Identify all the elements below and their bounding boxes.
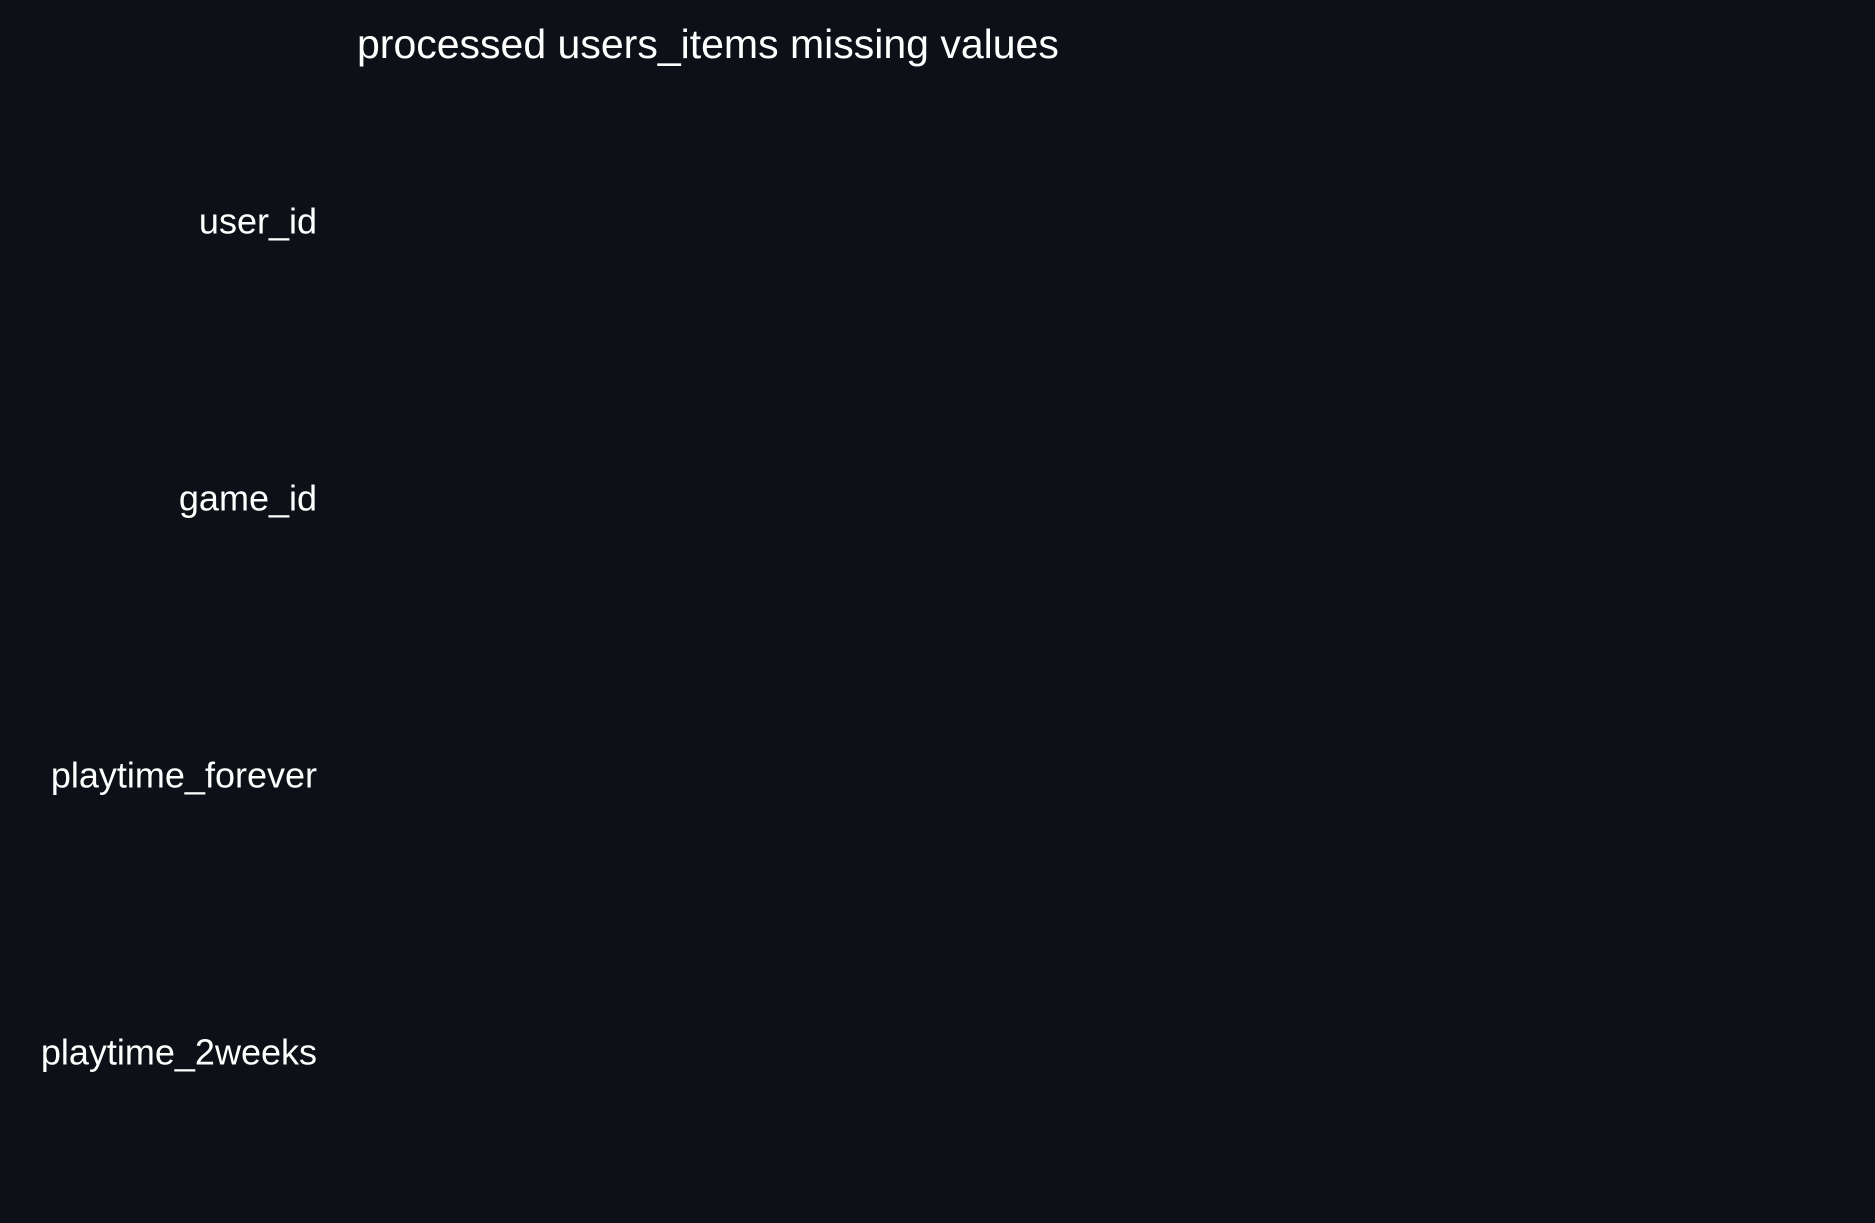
y-tick-label: user_id	[199, 201, 317, 242]
chart-title: processed users_items missing values	[357, 21, 1059, 67]
y-tick-label: game_id	[179, 478, 317, 519]
y-tick-label: playtime_2weeks	[41, 1032, 317, 1073]
y-tick-label: playtime_forever	[51, 755, 317, 796]
y-axis-tick-labels: user_id game_id playtime_forever playtime_2…	[41, 201, 317, 1073]
missing-values-chart: processed users_items missing values use…	[0, 0, 1875, 1223]
chart-canvas: processed users_items missing values use…	[41, 21, 1059, 1073]
